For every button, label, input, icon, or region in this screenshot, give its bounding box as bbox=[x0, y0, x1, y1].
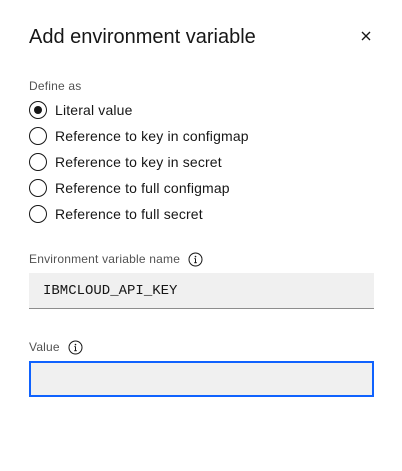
add-env-variable-modal: Add environment variable Define as Liter… bbox=[0, 0, 402, 471]
radio-key-in-secret[interactable]: Reference to key in secret bbox=[29, 149, 249, 175]
radio-button[interactable] bbox=[29, 205, 47, 223]
radio-full-configmap[interactable]: Reference to full configmap bbox=[29, 175, 249, 201]
env-name-label-text: Environment variable name bbox=[29, 252, 181, 266]
value-label-text: Value bbox=[29, 340, 60, 354]
radio-full-secret[interactable]: Reference to full secret bbox=[29, 201, 249, 227]
radio-label: Literal value bbox=[55, 102, 133, 118]
value-label: Value bbox=[29, 339, 83, 355]
info-icon[interactable] bbox=[188, 252, 203, 267]
close-icon bbox=[356, 26, 376, 46]
define-as-legend: Define as bbox=[29, 79, 82, 93]
env-name-label: Environment variable name bbox=[29, 251, 203, 267]
close-button[interactable] bbox=[356, 26, 376, 46]
radio-key-in-configmap[interactable]: Reference to key in configmap bbox=[29, 123, 249, 149]
radio-button-checked[interactable] bbox=[29, 101, 47, 119]
radio-button[interactable] bbox=[29, 153, 47, 171]
modal-title: Add environment variable bbox=[29, 26, 256, 48]
radio-label: Reference to key in secret bbox=[55, 154, 222, 170]
info-icon[interactable] bbox=[68, 340, 83, 355]
radio-label: Reference to key in configmap bbox=[55, 128, 249, 144]
radio-literal-value[interactable]: Literal value bbox=[29, 97, 249, 123]
define-as-radio-group: Literal value Reference to key in config… bbox=[29, 97, 249, 227]
value-input[interactable] bbox=[29, 361, 374, 397]
radio-button[interactable] bbox=[29, 127, 47, 145]
radio-label: Reference to full configmap bbox=[55, 180, 230, 196]
env-name-input[interactable] bbox=[29, 273, 374, 309]
radio-button[interactable] bbox=[29, 179, 47, 197]
radio-label: Reference to full secret bbox=[55, 206, 203, 222]
radio-dot bbox=[34, 106, 42, 114]
